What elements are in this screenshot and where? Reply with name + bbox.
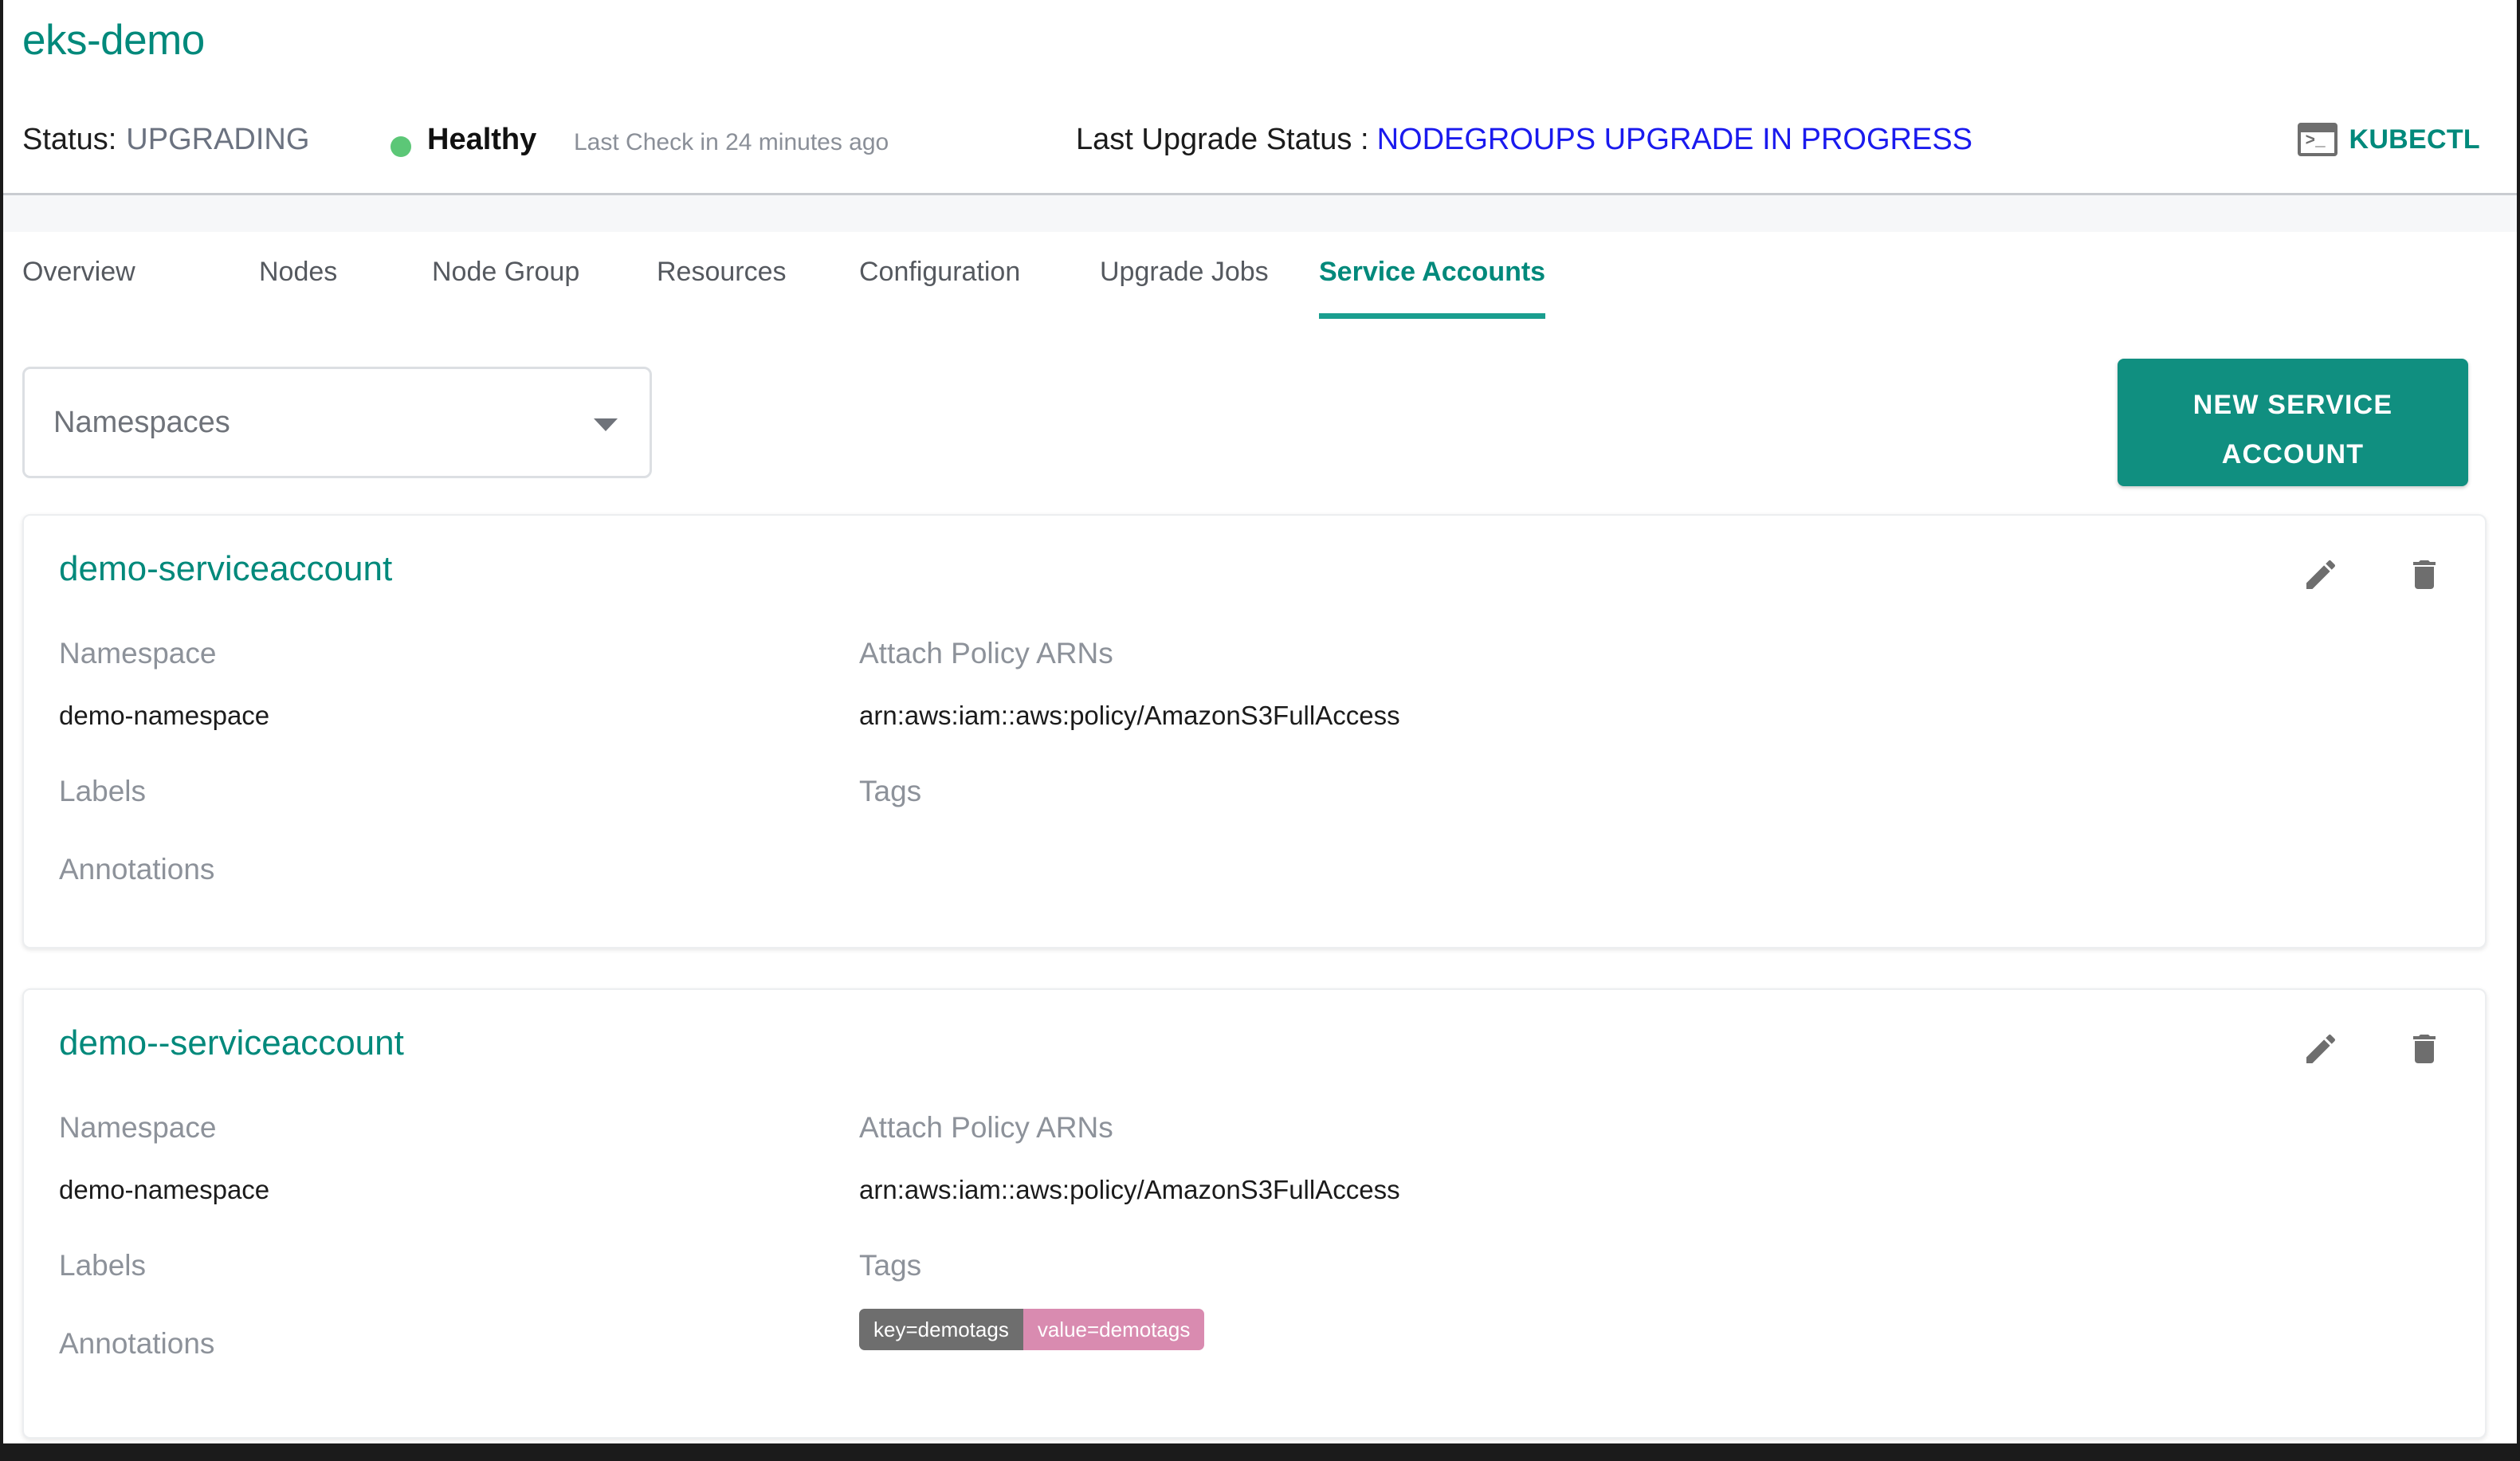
tab-resources[interactable]: Resources	[657, 239, 787, 319]
trash-icon[interactable]	[2405, 1030, 2443, 1068]
service-account-card: demo--serviceaccount Namespace demo-name…	[22, 988, 2487, 1439]
field-label-annotations: Annotations	[59, 853, 215, 886]
field-label-attach-policy-arns: Attach Policy ARNs	[859, 1111, 1113, 1144]
last-upgrade-status-label: Last Upgrade Status :	[1076, 123, 1369, 156]
field-label-labels: Labels	[59, 1249, 147, 1282]
new-service-account-button[interactable]: NEW SERVICE ACCOUNT	[2118, 359, 2468, 486]
tab-overview[interactable]: Overview	[22, 239, 135, 319]
last-upgrade-status: Last Upgrade Status : NODEGROUPS UPGRADE …	[1076, 123, 1972, 157]
kubectl-button[interactable]: >_ KUBECTL	[2298, 123, 2480, 156]
last-check-text: Last Check in 24 minutes ago	[574, 129, 889, 155]
tab-bar: Overview Nodes Node Group Resources Conf…	[0, 239, 2520, 327]
card-actions	[2302, 556, 2443, 594]
tab-service-accounts[interactable]: Service Accounts	[1319, 239, 1546, 319]
field-value-namespace: demo-namespace	[59, 1175, 270, 1204]
terminal-prompt-glyph: >_	[2305, 132, 2326, 151]
new-service-account-label-line2: ACCOUNT	[2221, 439, 2365, 469]
field-label-namespace: Namespace	[59, 1111, 217, 1144]
kubectl-label: KUBECTL	[2349, 124, 2480, 155]
tag-value: value=demotags	[1023, 1309, 1205, 1350]
tag-badge: key=demotags value=demotags	[859, 1309, 1205, 1350]
service-account-name[interactable]: demo--serviceaccount	[59, 1023, 404, 1063]
field-label-attach-policy-arns: Attach Policy ARNs	[859, 637, 1113, 670]
field-label-annotations: Annotations	[59, 1327, 215, 1360]
status-row: Status: UPGRADING Healthy Last Check in 2…	[22, 120, 2501, 169]
page-title: eks-demo	[22, 17, 205, 64]
field-label-tags: Tags	[859, 775, 922, 807]
cluster-header: eks-demo Status: UPGRADING Healthy Last C…	[0, 0, 2520, 232]
window-edge-right	[2517, 0, 2520, 1461]
tag-key: key=demotags	[859, 1309, 1023, 1350]
field-value-attach-policy-arns: arn:aws:iam::aws:policy/AmazonS3FullAcce…	[859, 1175, 1400, 1204]
terminal-icon: >_	[2298, 123, 2338, 156]
health-status-dot	[391, 136, 411, 157]
cluster-status: Status: UPGRADING	[22, 123, 309, 157]
namespace-select-placeholder: Namespaces	[53, 406, 230, 439]
tab-nodes[interactable]: Nodes	[259, 239, 337, 319]
chevron-down-icon	[594, 418, 618, 431]
health-status-label: Healthy	[427, 123, 537, 156]
status-value: UPGRADING	[126, 123, 310, 156]
last-upgrade-status-value[interactable]: NODEGROUPS UPGRADE IN PROGRESS	[1369, 123, 1972, 156]
trash-icon[interactable]	[2405, 556, 2443, 594]
status-key-label: Status:	[22, 123, 117, 156]
pencil-icon[interactable]	[2302, 556, 2340, 594]
tab-upgrade-jobs[interactable]: Upgrade Jobs	[1100, 239, 1269, 319]
service-account-card: demo-serviceaccount Namespace demo-names…	[22, 514, 2487, 948]
tab-configuration[interactable]: Configuration	[859, 239, 1020, 319]
service-account-name[interactable]: demo-serviceaccount	[59, 549, 392, 589]
namespace-select[interactable]: Namespaces	[22, 367, 652, 478]
field-value-attach-policy-arns: arn:aws:iam::aws:policy/AmazonS3FullAcce…	[859, 701, 1400, 730]
tab-node-group[interactable]: Node Group	[432, 239, 579, 319]
field-value-namespace: demo-namespace	[59, 701, 270, 730]
card-actions	[2302, 1030, 2443, 1068]
window-bottom-bar	[0, 1443, 2520, 1461]
header-band	[0, 195, 2520, 232]
field-label-namespace: Namespace	[59, 637, 217, 670]
field-label-tags: Tags	[859, 1249, 922, 1282]
field-label-labels: Labels	[59, 775, 147, 807]
pencil-icon[interactable]	[2302, 1030, 2340, 1068]
window-edge-left	[0, 0, 3, 1461]
service-accounts-page: eks-demo Status: UPGRADING Healthy Last C…	[0, 0, 2520, 1461]
new-service-account-label-line1: NEW SERVICE	[2192, 390, 2393, 420]
